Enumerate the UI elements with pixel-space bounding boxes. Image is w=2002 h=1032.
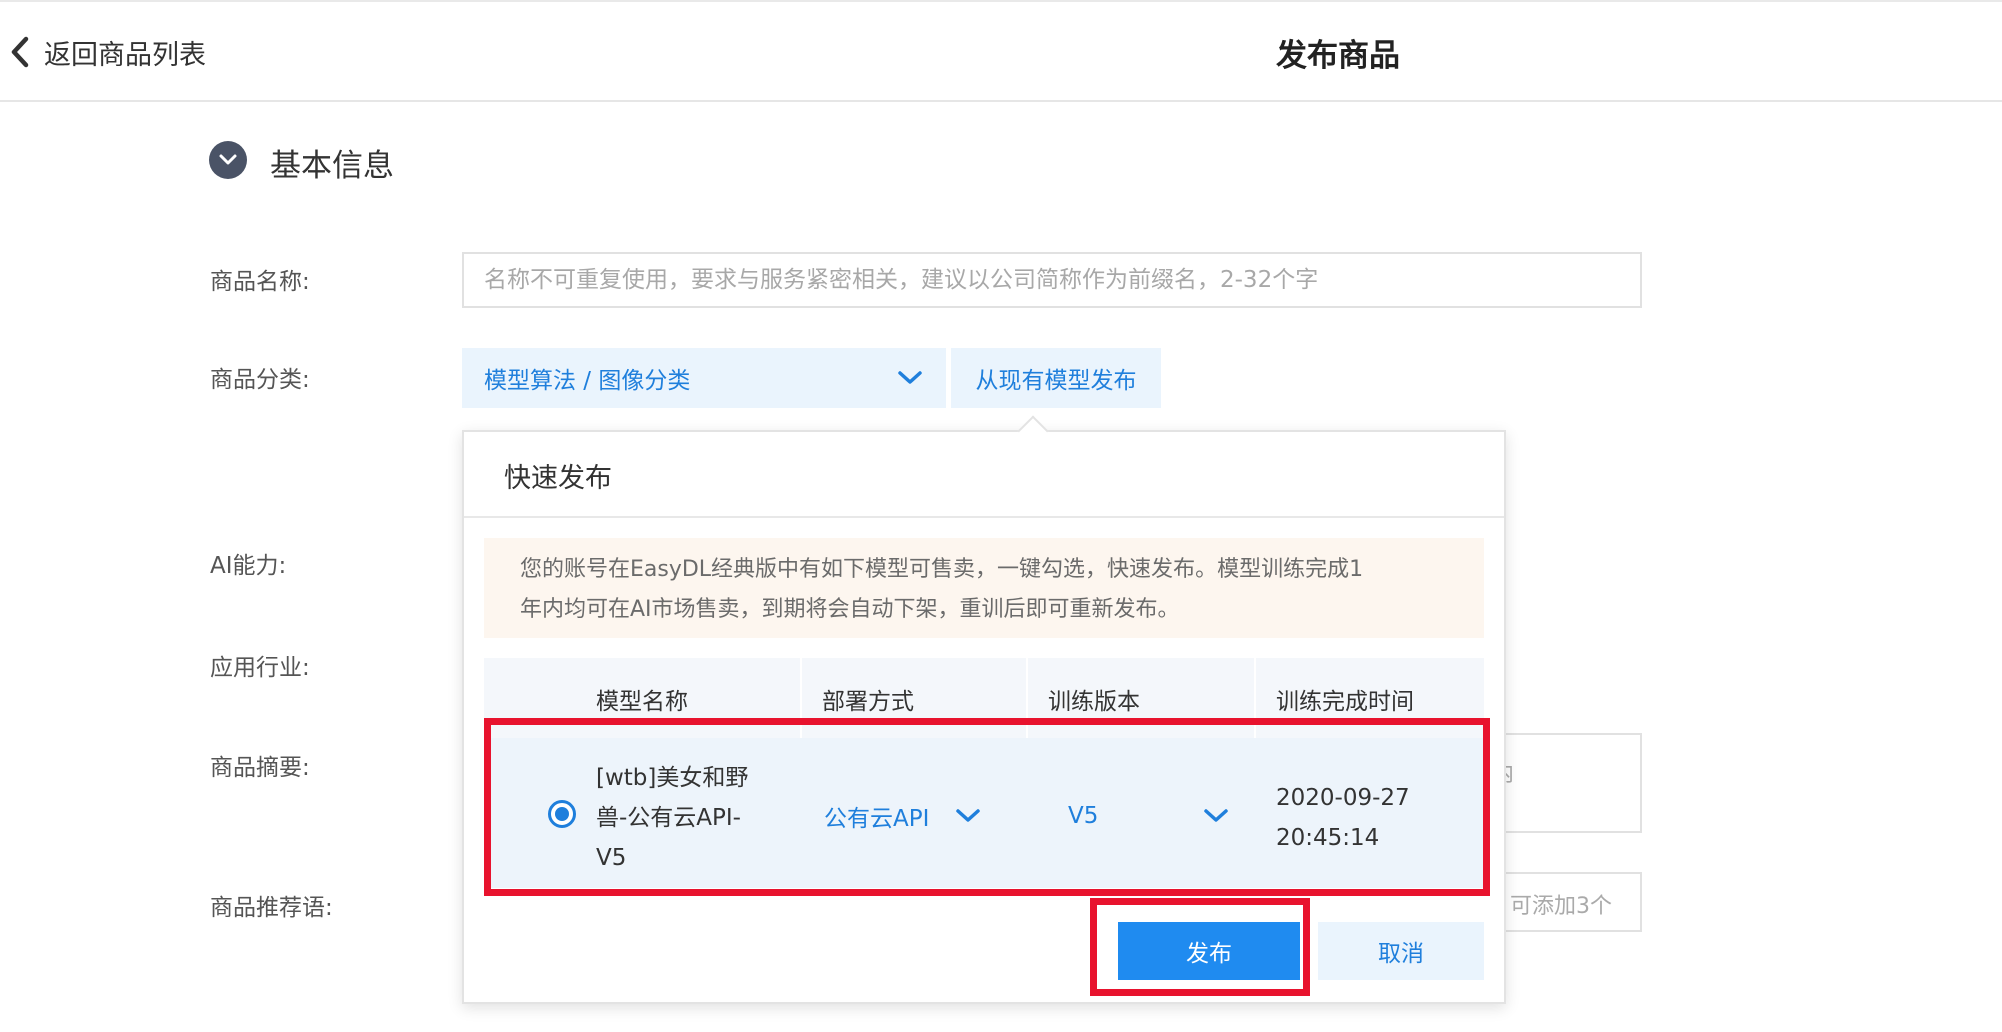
collapse-toggle[interactable] — [209, 141, 247, 179]
summary-label: 商品摘要: — [210, 755, 310, 781]
cancel-button[interactable]: 取消 — [1318, 922, 1484, 980]
row-highlight-box — [484, 718, 1490, 896]
column-header-version: 训练版本 — [1048, 689, 1140, 715]
column-header-deploy: 部署方式 — [822, 689, 914, 715]
page-title: 发布商品 — [1276, 38, 1400, 74]
notice-line-1: 您的账号在EasyDL经典版中有如下模型可售卖，一键勾选，快速发布。模型训练完成… — [520, 557, 1364, 582]
popover-divider — [464, 516, 1504, 518]
back-to-list-link[interactable]: 返回商品列表 — [8, 32, 206, 72]
chevron-down-icon — [898, 371, 922, 384]
notice-box: 您的账号在EasyDL经典版中有如下模型可售卖，一键勾选，快速发布。模型训练完成… — [484, 538, 1484, 638]
back-link-label: 返回商品列表 — [44, 39, 206, 71]
column-header-model-name: 模型名称 — [596, 689, 688, 715]
publish-from-model-button[interactable]: 从现有模型发布 — [951, 348, 1161, 408]
category-select-value: 模型算法 / 图像分类 — [484, 368, 691, 394]
chevron-left-icon — [11, 36, 29, 68]
recommend-label: 商品推荐语: — [210, 895, 333, 921]
category-label: 商品分类: — [210, 367, 310, 393]
category-select[interactable]: 模型算法 / 图像分类 — [462, 348, 946, 408]
column-header-train-time: 训练完成时间 — [1276, 689, 1414, 715]
name-label: 商品名称: — [210, 269, 310, 295]
publish-highlight-box — [1090, 898, 1310, 996]
chevron-down-icon — [219, 154, 237, 165]
top-header — [0, 0, 2002, 102]
notice-line-2: 年内均可在AI市场售卖，到期将会自动下架，重训后即可重新发布。 — [520, 597, 1180, 622]
section-title: 基本信息 — [270, 148, 394, 184]
product-name-input[interactable] — [462, 252, 1642, 308]
ai-capability-label: AI能力: — [210, 553, 287, 579]
recommend-placeholder-fragment: 可添加3个 — [1510, 894, 1612, 919]
popover-title: 快速发布 — [504, 463, 612, 494]
industry-label: 应用行业: — [210, 655, 310, 681]
